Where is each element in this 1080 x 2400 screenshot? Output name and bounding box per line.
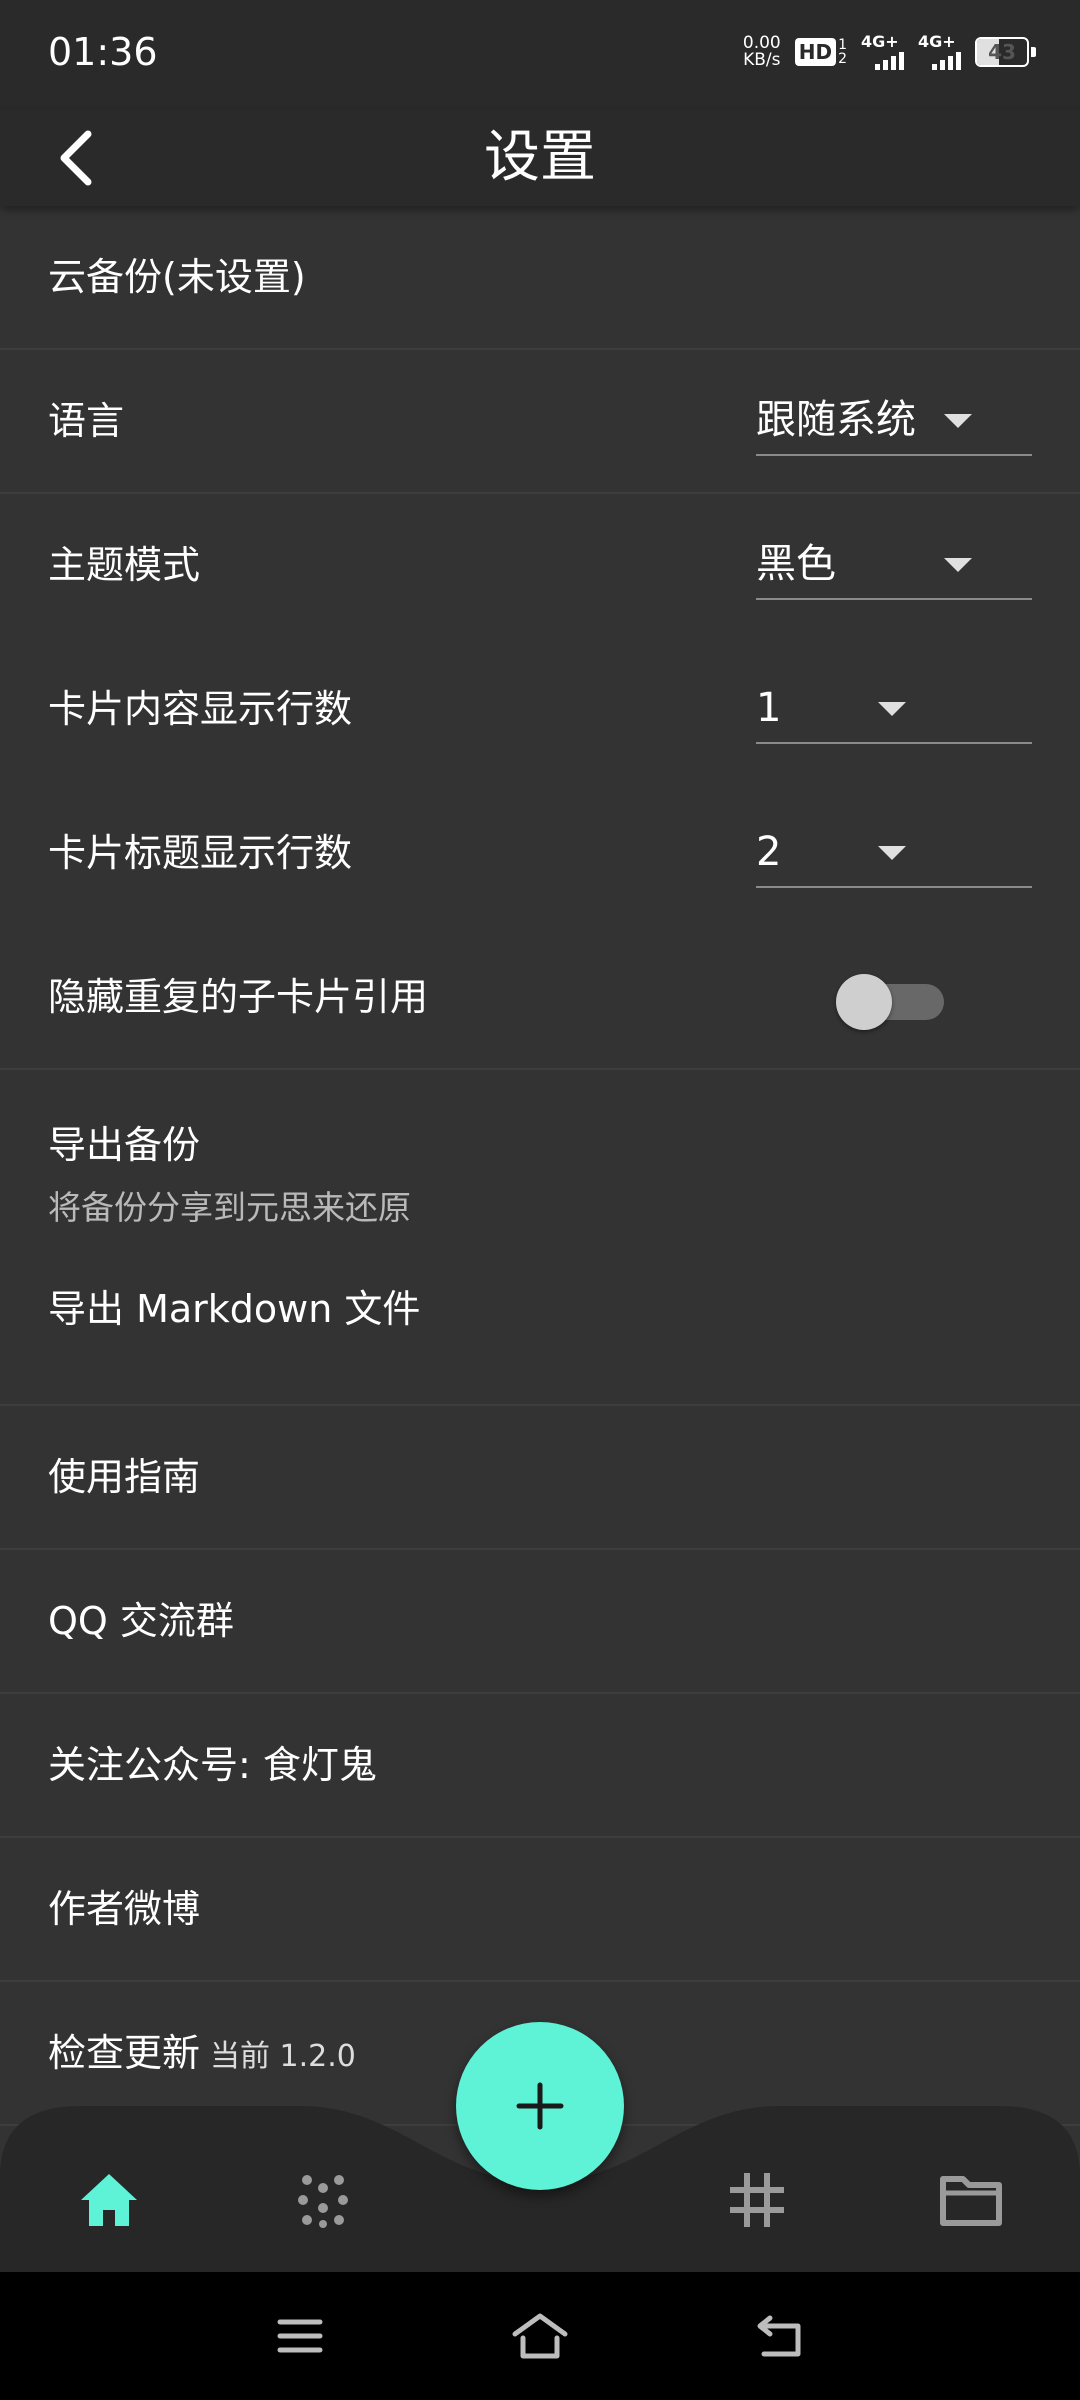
nav-folder[interactable] [936,2165,1006,2235]
setting-qq-group[interactable]: QQ 交流群 [0,1550,1080,1694]
back-arrow-icon [757,2315,801,2357]
menu-icon [277,2319,323,2353]
dropdown-arrow-icon [944,414,972,428]
signal-bars [932,50,961,70]
home-icon [81,2174,137,2226]
hd-sub: 12 [838,37,847,67]
signal-sim2-icon: 4G+ [918,34,961,70]
app-bar: 设置 [0,110,1080,206]
setting-content-lines: 卡片内容显示行数 1 [0,638,1080,782]
page-title: 设置 [484,125,596,190]
nav-tags[interactable] [722,2165,792,2235]
folder-icon [940,2176,1002,2226]
setting-theme: 主题模式 黑色 [0,494,1080,638]
setting-export-backup[interactable]: 导出备份 将备份分享到元思来还原 [0,1070,1080,1262]
menu-button[interactable] [270,2306,330,2366]
setting-wechat[interactable]: 关注公众号: 食灯鬼 [0,1694,1080,1838]
net-speed: 0.00 KB/s [742,33,781,70]
dropdown-arrow-icon [878,702,906,716]
theme-dropdown[interactable]: 黑色 [756,534,1032,600]
status-icons: 0.00 KB/s HD 12 4G+ 4G+ 43 [743,34,1036,70]
nav-home[interactable] [74,2165,144,2235]
nav-graph[interactable] [288,2165,358,2235]
signal-sim1-icon: 4G+ [861,34,904,70]
status-bar: 01:36 0.00 KB/s HD 12 4G+ 4G+ 43 [0,0,1080,110]
setting-cloud-backup[interactable]: 云备份(未设置) [0,206,1080,350]
dropdown-arrow-icon [944,558,972,572]
status-time: 01:36 [48,30,158,74]
home-system-button[interactable] [510,2306,570,2366]
content-lines-dropdown[interactable]: 1 [756,678,1032,744]
dots-grid-icon [298,2175,348,2228]
hd-icon: HD 12 [794,37,847,67]
home-outline-icon [512,2313,568,2359]
language-dropdown[interactable]: 跟随系统 [756,390,1032,456]
add-card-button[interactable] [456,2022,624,2190]
hide-duplicate-toggle[interactable] [836,974,944,1030]
title-lines-dropdown[interactable]: 2 [756,822,1032,888]
plus-icon [516,2082,564,2130]
setting-weibo[interactable]: 作者微博 [0,1838,1080,1982]
back-system-button[interactable] [750,2306,810,2366]
setting-export-markdown[interactable]: 导出 Markdown 文件 [0,1262,1080,1406]
battery-icon: 43 [975,37,1029,67]
hash-icon [730,2173,784,2227]
setting-guide[interactable]: 使用指南 [0,1406,1080,1550]
signal-bars [875,50,904,70]
system-nav-bar [0,2272,1080,2400]
battery-tip [1031,47,1036,57]
settings-list: 云备份(未设置) 语言 跟随系统 主题模式 黑色 卡片内容显示行数 1 卡片标题… [0,206,1080,2126]
current-version: 当前 1.2.0 [210,2039,356,2074]
setting-language: 语言 跟随系统 [0,350,1080,494]
setting-hide-duplicate: 隐藏重复的子卡片引用 [0,926,1080,1070]
dropdown-arrow-icon [878,846,906,860]
setting-title-lines: 卡片标题显示行数 2 [0,782,1080,926]
